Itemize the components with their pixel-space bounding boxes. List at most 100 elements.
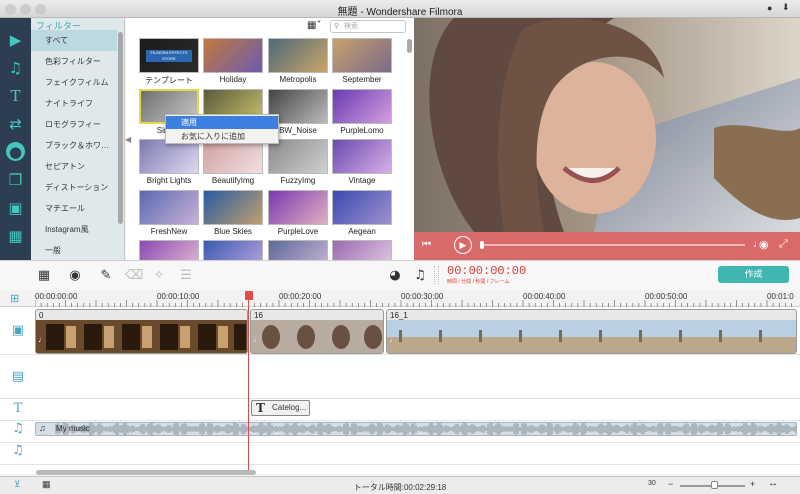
filter-thumbnail[interactable] bbox=[203, 38, 263, 73]
filter-label: BeautifyImg bbox=[211, 176, 255, 185]
download-icon[interactable]: ⬇ bbox=[782, 2, 790, 13]
add-favorite-menu-item[interactable]: お気に入りに追加 bbox=[166, 130, 278, 143]
clip-thumbnails bbox=[251, 320, 383, 353]
add-track-button[interactable]: ⊞ bbox=[10, 292, 19, 305]
search-input[interactable]: ⚲ 検索 bbox=[330, 20, 406, 33]
category-item[interactable]: 一般 bbox=[31, 240, 117, 261]
filter-label: Bright Lights bbox=[146, 176, 192, 185]
split-screen-icon[interactable]: ▦ bbox=[6, 226, 25, 245]
fullscreen-icon[interactable]: ⤢ bbox=[779, 238, 788, 251]
speed-icon[interactable]: ◕ bbox=[387, 268, 403, 284]
playhead-line bbox=[248, 293, 249, 470]
category-item[interactable]: マチエール bbox=[31, 198, 117, 219]
zoom-in-icon[interactable]: + bbox=[750, 479, 755, 489]
video-track-2 bbox=[0, 355, 800, 399]
preview-image bbox=[414, 18, 800, 232]
filter-icon[interactable]: ● bbox=[6, 142, 25, 161]
category-item[interactable]: ロモグラフィー bbox=[31, 114, 117, 135]
collapse-panel-arrow[interactable]: ◀ bbox=[125, 135, 132, 149]
music-waveform bbox=[55, 423, 796, 435]
filter-thumbnail[interactable] bbox=[268, 139, 328, 174]
clip-name: 0 bbox=[39, 311, 44, 320]
timeline-scrollbar[interactable] bbox=[36, 470, 256, 475]
filter-thumbnail[interactable] bbox=[332, 38, 392, 73]
transition-icon[interactable]: ⇄ bbox=[6, 114, 25, 133]
adjust-icon[interactable]: ☰ bbox=[178, 268, 194, 284]
category-item[interactable]: すべて bbox=[31, 30, 117, 51]
ruler-ticks bbox=[35, 300, 792, 307]
ruler-label: 00:01:0 bbox=[767, 292, 794, 301]
filter-label: Holiday bbox=[219, 75, 247, 84]
video-clip[interactable]: 0 bbox=[35, 309, 248, 354]
grid-view-icon[interactable]: ▦˅ bbox=[307, 20, 321, 31]
effects-store-badge: FILMORA EFFECTS STORE bbox=[146, 50, 192, 62]
filter-thumbnail[interactable] bbox=[332, 139, 392, 174]
split-icon[interactable]: ✧ bbox=[151, 268, 167, 284]
clip-name: 16 bbox=[254, 311, 263, 320]
clip-audio-icon: ♩ bbox=[38, 335, 46, 344]
previous-icon[interactable]: ⏮ bbox=[422, 239, 431, 250]
pip-track-icon: ▤ bbox=[11, 369, 25, 384]
category-item[interactable]: フェイクフィルム bbox=[31, 72, 117, 93]
filter-label: PurpleLove bbox=[277, 227, 319, 236]
filter-thumbnail[interactable] bbox=[203, 190, 263, 225]
category-scrollbar[interactable] bbox=[118, 32, 123, 224]
clip-audio-icon: ♩ bbox=[253, 335, 261, 344]
title-clip-label: Catelog... bbox=[272, 403, 307, 412]
microphone-icon[interactable]: ✎ bbox=[98, 268, 114, 284]
timecode-labels: 時間 / 分間 / 秒間 / フレーム bbox=[447, 279, 510, 285]
preview-viewer[interactable] bbox=[414, 18, 800, 232]
filter-label: PurpleLomo bbox=[340, 126, 384, 135]
filter-thumbnail[interactable] bbox=[203, 139, 263, 174]
apply-menu-item[interactable]: 適用 bbox=[166, 116, 278, 129]
delete-icon[interactable]: ⌫ bbox=[125, 268, 143, 284]
elements-icon[interactable]: ▣ bbox=[6, 198, 25, 217]
add-track-icon[interactable]: ▦ bbox=[36, 268, 52, 284]
playhead-handle[interactable] bbox=[245, 291, 253, 300]
audio-mixer-icon[interactable]: ♫ bbox=[412, 268, 428, 284]
title-clip[interactable]: T Catelog... bbox=[251, 400, 310, 416]
filter-thumbnail[interactable] bbox=[268, 38, 328, 73]
zoom-out-icon[interactable]: − bbox=[668, 479, 673, 489]
category-item[interactable]: セピアトン bbox=[31, 156, 117, 177]
fit-timeline-icon[interactable]: ↔ bbox=[768, 478, 778, 489]
filter-label: FreshNew bbox=[150, 227, 188, 236]
play-button[interactable]: ▶ bbox=[454, 236, 472, 254]
clip-name: 16_1 bbox=[390, 311, 408, 320]
playback-controls: ⏮ ▶ ♩ ◉ ⤢ bbox=[414, 232, 800, 260]
playback-progress-track[interactable] bbox=[481, 244, 745, 246]
message-icon[interactable]: ● bbox=[767, 3, 772, 13]
filter-label: テンプレート bbox=[145, 76, 193, 85]
filter-thumbnail[interactable] bbox=[139, 139, 199, 174]
export-button[interactable]: 作成 bbox=[718, 266, 789, 283]
context-menu: 適用 お気に入りに追加 bbox=[165, 114, 279, 144]
music-clip[interactable]: ♫ My music bbox=[35, 422, 797, 436]
search-placeholder: 検索 bbox=[344, 23, 358, 30]
category-item[interactable]: ナイトライフ bbox=[31, 93, 117, 114]
filter-thumbnail[interactable] bbox=[332, 89, 392, 124]
category-item[interactable]: Instagram風 bbox=[31, 219, 117, 240]
ruler-label: 00:00:20:00 bbox=[279, 292, 322, 301]
overlay-icon[interactable]: ❐ bbox=[6, 170, 25, 189]
media-icon[interactable]: ▶ bbox=[6, 30, 25, 49]
title-bar: 無題 - Wondershare Filmora ● ⬇ bbox=[0, 0, 800, 18]
category-item[interactable]: ブラック＆ホワ… bbox=[31, 135, 117, 156]
record-icon[interactable]: ◉ bbox=[67, 268, 83, 284]
filter-thumbnail[interactable] bbox=[139, 190, 199, 225]
snapshot-icon[interactable]: ◉ bbox=[759, 238, 769, 251]
category-item[interactable]: ディストーション bbox=[31, 177, 117, 198]
category-item[interactable]: 色彩フィルター bbox=[31, 51, 117, 72]
filter-thumbnail[interactable] bbox=[268, 190, 328, 225]
playback-progress-thumb[interactable] bbox=[480, 241, 484, 249]
music-track-icon: ♫ bbox=[12, 421, 24, 436]
filter-grid-scrollbar[interactable] bbox=[407, 39, 412, 53]
zoom-slider-thumb[interactable] bbox=[711, 481, 718, 489]
video-clip[interactable]: 16_1 bbox=[386, 309, 797, 354]
music-icon[interactable]: ♫ bbox=[6, 58, 25, 77]
text-icon[interactable]: T bbox=[6, 86, 25, 105]
music-clip-label: My music bbox=[56, 424, 90, 433]
filter-thumbnail[interactable] bbox=[332, 190, 392, 225]
ruler-label: 00:00:40:00 bbox=[523, 292, 566, 301]
video-clip[interactable]: 16 bbox=[250, 309, 384, 354]
clip-audio-icon: ♩ bbox=[389, 335, 397, 344]
